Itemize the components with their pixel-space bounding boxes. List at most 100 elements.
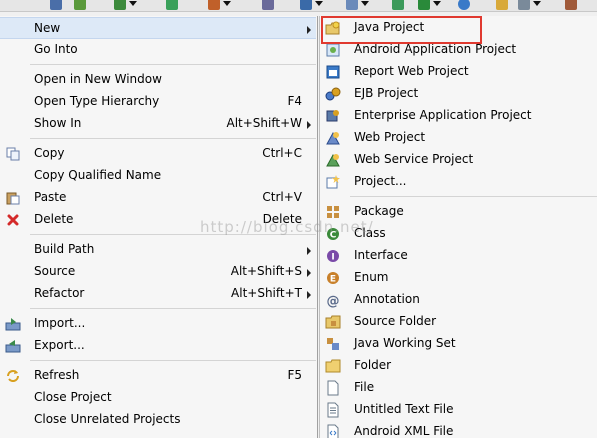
toolbar-globe-icon[interactable] — [458, 0, 470, 10]
menu-item-label: Refactor — [34, 286, 85, 300]
menu-item-label: Go Into — [34, 42, 78, 56]
menu-item-new[interactable]: New — [0, 17, 316, 39]
menu-item-label: Refresh — [34, 368, 80, 382]
toolbar-new-wizard-icon[interactable] — [346, 0, 369, 10]
submenu-item-java-project[interactable]: Java Project — [320, 17, 597, 39]
menu-item-import[interactable]: Import... — [0, 313, 316, 335]
report-web-icon — [325, 64, 341, 80]
menu-item-label: Open in New Window — [34, 72, 162, 86]
text-file-icon — [325, 402, 341, 418]
submenu-item-label: Enterprise Application Project — [354, 108, 532, 122]
submenu-item-interface[interactable]: I Interface — [320, 245, 597, 267]
folder-icon — [325, 358, 341, 374]
menu-item-label: Paste — [34, 190, 67, 204]
toolbar-check-icon[interactable] — [114, 0, 137, 10]
menu-item-copy-qualified-name[interactable]: Copy Qualified Name — [0, 165, 316, 187]
menu-item-close-project[interactable]: Close Project — [0, 387, 316, 409]
paste-icon — [5, 190, 21, 206]
submenu-item-label: Java Project — [354, 20, 425, 34]
submenu-item-label: Source Folder — [354, 314, 437, 328]
menu-item-copy[interactable]: Copy Ctrl+C — [0, 143, 316, 165]
submenu-item-android-application-project[interactable]: Android Application Project — [320, 39, 597, 61]
toolbar-new-server-icon[interactable] — [300, 0, 323, 10]
toolbar-print-icon[interactable] — [74, 0, 86, 10]
enterprise-icon — [325, 108, 341, 124]
menu-separator — [30, 64, 316, 65]
submenu-item-label: Android XML File — [354, 424, 454, 438]
toolbar-run-server-icon[interactable] — [418, 0, 441, 10]
menu-item-label: Open Type Hierarchy — [34, 94, 160, 108]
submenu-item-label: Android Application Project — [354, 42, 517, 56]
toolbar-task-icon[interactable] — [166, 0, 178, 10]
toolbar-extra-icon[interactable] — [565, 0, 577, 10]
import-icon — [5, 316, 21, 332]
submenu-item-enum[interactable]: E Enum — [320, 267, 597, 289]
submenu-item-label: Java Working Set — [354, 336, 456, 350]
menu-item-shortcut: F4 — [287, 94, 302, 108]
menu-item-label: Delete — [34, 212, 74, 226]
project-icon — [325, 174, 341, 190]
submenu-item-annotation[interactable]: @ Annotation — [320, 289, 597, 311]
submenu-item-label: Annotation — [354, 292, 420, 306]
menu-item-label: Close Project — [34, 390, 112, 404]
submenu-item-enterprise-application-project[interactable]: Enterprise Application Project — [320, 105, 597, 127]
menu-item-label: Export... — [34, 338, 85, 352]
refresh-icon — [5, 368, 21, 384]
menu-item-export[interactable]: Export... — [0, 335, 316, 357]
submenu-item-label: EJB Project — [354, 86, 419, 100]
menu-item-build-path[interactable]: Build Path — [0, 239, 316, 261]
menu-item-refactor[interactable]: Refactor Alt+Shift+T — [0, 283, 316, 305]
menu-item-label: Close Unrelated Projects — [34, 412, 181, 426]
submenu-item-label: Package — [354, 204, 404, 218]
submenu-separator — [350, 196, 597, 197]
menu-item-go-into[interactable]: Go Into — [0, 39, 316, 61]
submenu-item-web-project[interactable]: Web Project — [320, 127, 597, 149]
menu-item-label: Build Path — [34, 242, 95, 256]
interface-icon: I — [325, 248, 341, 264]
source-folder-icon — [325, 314, 341, 330]
menu-item-show-in[interactable]: Show In Alt+Shift+W — [0, 113, 316, 135]
web-service-icon — [325, 152, 341, 168]
menu-item-close-unrelated-projects[interactable]: Close Unrelated Projects — [0, 409, 316, 431]
submenu-item-project[interactable]: Project... — [320, 171, 597, 193]
menu-item-shortcut: Alt+Shift+S — [230, 264, 302, 278]
menu-item-label: Import... — [34, 316, 86, 330]
submenu-item-file[interactable]: File — [320, 377, 597, 399]
menu-item-source[interactable]: Source Alt+Shift+S — [0, 261, 316, 283]
toolbar-open-folder-icon[interactable] — [496, 0, 508, 10]
xml-file-icon — [325, 424, 341, 438]
toolbar-debug-icon[interactable] — [262, 0, 274, 10]
toolbar-search-icon[interactable] — [518, 0, 541, 10]
submenu-item-ejb-project[interactable]: EJB Project — [320, 83, 597, 105]
submenu-item-java-working-set[interactable]: Java Working Set — [320, 333, 597, 355]
ejb-icon — [325, 86, 341, 102]
submenu-item-android-xml-file[interactable]: Android XML File — [320, 421, 597, 438]
submenu-arrow-icon — [307, 26, 311, 34]
submenu-arrow-icon — [307, 247, 311, 255]
menu-item-paste[interactable]: Paste Ctrl+V — [0, 187, 316, 209]
menu-item-open-in-new-window[interactable]: Open in New Window — [0, 69, 316, 91]
submenu-item-label: Enum — [354, 270, 389, 284]
submenu-arrow-icon — [307, 291, 311, 299]
submenu-item-folder[interactable]: Folder — [320, 355, 597, 377]
java-project-icon — [325, 20, 341, 36]
menu-item-shortcut: F5 — [287, 368, 302, 382]
menu-item-label: Show In — [34, 116, 82, 130]
toolbar-deploy-icon[interactable] — [392, 0, 404, 10]
copy-icon — [5, 146, 21, 162]
menu-item-label: Copy — [34, 146, 65, 160]
toolbar-save-icon[interactable] — [50, 0, 62, 10]
annotation-icon: @ — [325, 292, 341, 308]
submenu-item-web-service-project[interactable]: Web Service Project — [320, 149, 597, 171]
file-icon — [325, 380, 341, 396]
submenu-arrow-icon — [307, 269, 311, 277]
submenu-item-report-web-project[interactable]: Report Web Project — [320, 61, 597, 83]
menu-item-refresh[interactable]: Refresh F5 — [0, 365, 316, 387]
submenu-item-untitled-text-file[interactable]: Untitled Text File — [320, 399, 597, 421]
menu-item-open-type-hierarchy[interactable]: Open Type Hierarchy F4 — [0, 91, 316, 113]
submenu-item-source-folder[interactable]: Source Folder — [320, 311, 597, 333]
toolbar-run-icon[interactable] — [208, 0, 231, 10]
enum-icon: E — [325, 270, 341, 286]
menu-item-label: New — [34, 21, 61, 35]
menu-item-shortcut: Ctrl+V — [262, 190, 302, 204]
